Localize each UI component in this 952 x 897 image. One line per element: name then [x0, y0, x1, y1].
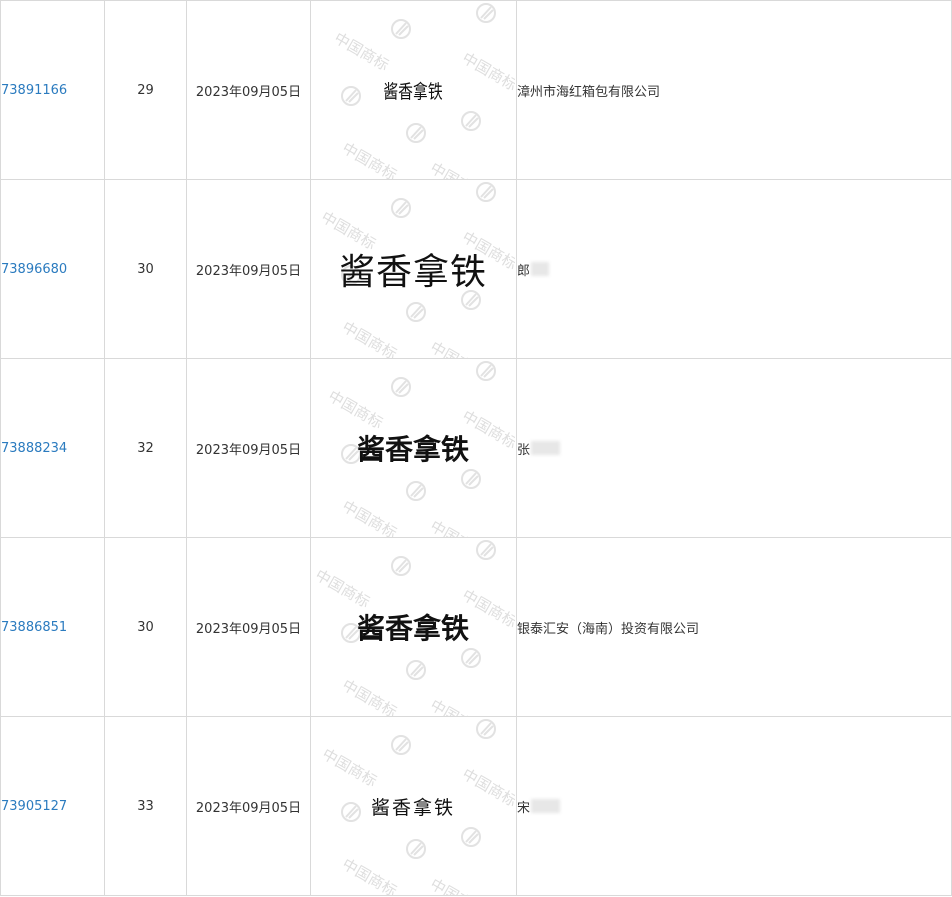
class-cell: 29	[104, 0, 187, 180]
svg-text:中国商标: 中国商标	[339, 139, 400, 179]
trademark-table: 73891166 29 2023年09月05日 中国商标中国商标中国商标中国商标…	[0, 0, 952, 896]
class-cell: 32	[104, 358, 187, 538]
svg-text:中国商标: 中国商标	[459, 49, 515, 95]
trademark-image[interactable]: 中国商标中国商标中国商标中国商标 酱香拿铁	[312, 539, 515, 716]
registration-number-cell: 73891166	[0, 0, 105, 180]
svg-text:中国商标: 中国商标	[325, 387, 386, 433]
applicant-name: 银泰汇安（海南）投资有限公司	[517, 621, 700, 637]
trademark-text: 酱香拿铁	[356, 433, 469, 466]
table-row: 73886851 30 2023年09月05日 中国商标中国商标中国商标中国商标…	[0, 537, 952, 717]
table-row: 73905127 33 2023年09月05日 中国商标中国商标中国商标中国商标…	[0, 716, 952, 896]
registration-number-cell: 73886851	[0, 537, 105, 717]
application-date-cell: 2023年09月05日	[186, 179, 311, 359]
applicant-cell: 宋	[516, 716, 952, 896]
registration-number-link[interactable]: 73886851	[2, 620, 68, 635]
trademark-image-cell: 中国商标中国商标中国商标中国商标 酱香拿铁	[310, 537, 517, 717]
applicant-cell: 张	[516, 358, 952, 538]
trademark-image[interactable]: 中国商标中国商标中国商标中国商标 酱香拿铁	[312, 181, 515, 358]
registration-number-cell: 73896680	[0, 179, 105, 359]
applicant-name: 漳州市海红箱包有限公司	[517, 84, 661, 100]
application-date-cell: 2023年09月05日	[186, 537, 311, 717]
svg-text:中国商标: 中国商标	[339, 855, 400, 895]
svg-text:中国商标: 中国商标	[427, 875, 488, 895]
svg-text:中国商标: 中国商标	[427, 517, 488, 537]
registration-number-link[interactable]: 73891166	[2, 83, 68, 98]
table-row: 73891166 29 2023年09月05日 中国商标中国商标中国商标中国商标…	[0, 0, 952, 180]
trademark-image-cell: 中国商标中国商标中国商标中国商标 酱香拿铁	[310, 0, 517, 180]
svg-text:中国商标: 中国商标	[331, 29, 392, 75]
svg-text:中国商标: 中国商标	[339, 676, 400, 716]
redaction-blur	[531, 441, 561, 455]
applicant-name: 郎	[517, 263, 531, 279]
registration-number-link[interactable]: 73905127	[2, 799, 68, 814]
trademark-image[interactable]: 中国商标中国商标中国商标中国商标 酱香拿铁	[312, 718, 515, 895]
trademark-text: 酱香拿铁	[370, 796, 455, 819]
trademark-image-cell: 中国商标中国商标中国商标中国商标 酱香拿铁	[310, 716, 517, 896]
applicant-name: 张	[517, 442, 531, 458]
svg-text:中国商标: 中国商标	[339, 318, 400, 358]
class-cell: 33	[104, 716, 187, 896]
trademark-text: 酱香拿铁	[383, 80, 443, 103]
registration-number-link[interactable]: 73888234	[2, 441, 68, 456]
svg-text:中国商标: 中国商标	[459, 765, 515, 811]
trademark-image-cell: 中国商标中国商标中国商标中国商标 酱香拿铁	[310, 358, 517, 538]
svg-text:中国商标: 中国商标	[312, 566, 373, 612]
table-row: 73896680 30 2023年09月05日 中国商标中国商标中国商标中国商标…	[0, 179, 952, 359]
application-date-cell: 2023年09月05日	[186, 358, 311, 538]
applicant-cell: 郎	[516, 179, 952, 359]
class-cell: 30	[104, 537, 187, 717]
registration-number-cell: 73905127	[0, 716, 105, 896]
registration-number-cell: 73888234	[0, 358, 105, 538]
svg-text:中国商标: 中国商标	[319, 745, 380, 791]
redaction-blur	[531, 262, 550, 276]
trademark-image[interactable]: 中国商标中国商标中国商标中国商标 酱香拿铁	[312, 360, 515, 537]
svg-text:中国商标: 中国商标	[427, 159, 488, 179]
trademark-text: 酱香拿铁	[338, 252, 487, 293]
table-row: 73888234 32 2023年09月05日 中国商标中国商标中国商标中国商标…	[0, 358, 952, 538]
applicant-cell: 银泰汇安（海南）投资有限公司	[516, 537, 952, 717]
trademark-image-cell: 中国商标中国商标中国商标中国商标 酱香拿铁	[310, 179, 517, 359]
class-cell: 30	[104, 179, 187, 359]
application-date-cell: 2023年09月05日	[186, 716, 311, 896]
redaction-blur	[531, 799, 561, 813]
application-date-cell: 2023年09月05日	[186, 0, 311, 180]
registration-number-link[interactable]: 73896680	[2, 262, 68, 277]
trademark-image[interactable]: 中国商标中国商标中国商标中国商标 酱香拿铁	[312, 2, 515, 179]
applicant-name: 宋	[517, 800, 531, 816]
svg-text:中国商标: 中国商标	[339, 497, 400, 537]
svg-text:中国商标: 中国商标	[427, 338, 488, 358]
trademark-text: 酱香拿铁	[356, 612, 469, 645]
svg-text:中国商标: 中国商标	[427, 696, 488, 716]
applicant-cell: 漳州市海红箱包有限公司	[516, 0, 952, 180]
